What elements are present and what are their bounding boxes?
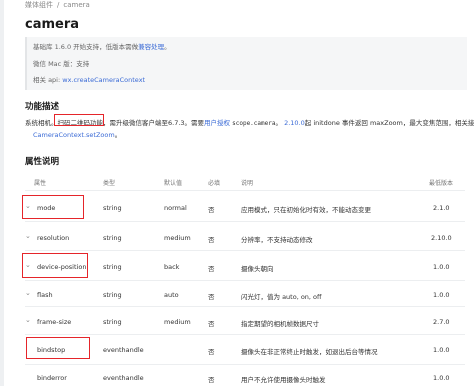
prop-required: 否 bbox=[208, 206, 215, 214]
prop-version: 2.1.0 bbox=[433, 204, 450, 212]
prop-version: 1.0.0 bbox=[433, 291, 450, 299]
col-header-type: 类型 bbox=[103, 180, 116, 187]
prop-name: frame-size bbox=[37, 318, 72, 326]
col-header-required: 必填 bbox=[208, 180, 221, 187]
prop-type: string bbox=[103, 234, 122, 242]
col-header-version: 最低版本 bbox=[429, 180, 454, 187]
prop-type: string bbox=[103, 291, 122, 299]
prop-required: 否 bbox=[208, 293, 215, 301]
prop-name: resolution bbox=[37, 234, 70, 242]
header-divider bbox=[25, 190, 465, 191]
mac-support-line: 微信 Mac 版：支持 bbox=[33, 60, 90, 68]
highlight-box-bindstop bbox=[26, 337, 90, 359]
prop-desc: 摄像头在非正常终止时触发，如退出后台等情况 bbox=[241, 348, 378, 356]
prop-version: 1.0.0 bbox=[433, 263, 450, 271]
prop-desc: 闪光灯，值为 auto, on, off bbox=[241, 293, 322, 301]
desc-mid2: 。 bbox=[275, 119, 282, 127]
prop-version: 1.0.0 bbox=[433, 374, 450, 382]
prop-required: 否 bbox=[208, 265, 215, 273]
row-divider bbox=[25, 306, 465, 307]
prop-default: normal bbox=[164, 204, 187, 212]
api-link[interactable]: wx.createCameraContext bbox=[62, 76, 145, 84]
compat-link[interactable]: 兼容处理 bbox=[138, 43, 164, 51]
row-divider bbox=[25, 280, 465, 281]
version-prefix: 基础库 1.6.0 开始支持，低版本需做 bbox=[33, 43, 139, 51]
page-title: camera bbox=[25, 17, 80, 32]
prop-default: medium bbox=[164, 318, 191, 326]
chevron-down-icon[interactable]: ⌄ bbox=[25, 232, 31, 240]
row-divider bbox=[25, 221, 465, 222]
prop-type: eventhandle bbox=[103, 374, 144, 382]
setzoom-link[interactable]: CameraContext.setZoom bbox=[33, 131, 115, 139]
prop-version: 2.10.0 bbox=[431, 234, 452, 242]
col-header-desc: 说明 bbox=[241, 180, 254, 187]
prop-version: 1.0.0 bbox=[433, 346, 450, 354]
related-api-line: 相关 api: wx.createCameraContext bbox=[33, 74, 145, 84]
version-support-line: 基础库 1.6.0 开始支持，低版本需做兼容处理。 bbox=[33, 41, 171, 51]
row-divider bbox=[25, 364, 465, 365]
user-auth-link[interactable]: 用户授权 bbox=[204, 119, 230, 127]
chevron-down-icon[interactable]: ⌄ bbox=[25, 289, 31, 297]
breadcrumb-parent[interactable]: 媒体组件 bbox=[25, 1, 53, 9]
scope-code: scope.camera bbox=[232, 120, 276, 127]
prop-required: 否 bbox=[208, 376, 215, 384]
highlight-box-mode bbox=[22, 195, 84, 219]
version-suffix: 。 bbox=[164, 43, 171, 51]
breadcrumb-current: camera bbox=[63, 1, 90, 9]
prop-default: medium bbox=[164, 234, 191, 242]
prop-required: 否 bbox=[208, 348, 215, 356]
scroll-gutter bbox=[0, 0, 4, 386]
prop-type: string bbox=[103, 204, 122, 212]
prop-type: string bbox=[103, 318, 122, 326]
prop-name: binderror bbox=[37, 374, 67, 382]
breadcrumb-separator: / bbox=[57, 1, 60, 9]
desc-mid: ，需升级微信客户端至6.7.3。需要 bbox=[103, 119, 205, 127]
col-header-name: 属性 bbox=[34, 180, 47, 187]
description-line-2: CameraContext.setZoom。 bbox=[33, 129, 121, 139]
prop-desc: 应用模式，只在初始化时有效，不能动态变更 bbox=[241, 206, 371, 214]
prop-default: auto bbox=[164, 291, 179, 299]
prop-name: flash bbox=[37, 291, 53, 299]
api-prefix: 相关 api: bbox=[33, 76, 61, 84]
breadcrumb: 媒体组件 / camera bbox=[25, 0, 90, 10]
section-heading-props: 属性说明 bbox=[25, 157, 60, 167]
chevron-down-icon[interactable]: ⌄ bbox=[25, 316, 31, 324]
highlight-box-device-position bbox=[22, 253, 88, 278]
prop-required: 否 bbox=[208, 320, 215, 328]
prop-desc: 分辨率，不支持动态修改 bbox=[241, 236, 313, 244]
desc-suffix: 起 initdone 事件返回 maxZoom，最大变焦范围，相关接 bbox=[304, 119, 474, 127]
desc-prefix: 系统相机。 bbox=[25, 119, 58, 127]
row-divider bbox=[25, 250, 465, 251]
row-divider bbox=[25, 334, 465, 335]
prop-version: 2.7.0 bbox=[433, 318, 450, 326]
desc-line2-suffix: 。 bbox=[114, 131, 122, 139]
prop-default: back bbox=[164, 263, 180, 271]
prop-desc: 摄像头朝向 bbox=[241, 265, 274, 273]
version-link[interactable]: 2.10.0 bbox=[284, 119, 305, 127]
prop-type: eventhandle bbox=[103, 346, 144, 354]
col-header-default: 默认值 bbox=[164, 180, 183, 187]
prop-type: string bbox=[103, 263, 122, 271]
prop-desc: 指定期望的相机帧数据尺寸 bbox=[241, 320, 319, 328]
prop-required: 否 bbox=[208, 236, 215, 244]
prop-desc: 用户不允许使用摄像头时触发 bbox=[241, 376, 326, 384]
highlight-box-scan bbox=[54, 114, 104, 126]
section-heading-description: 功能描述 bbox=[25, 102, 60, 112]
